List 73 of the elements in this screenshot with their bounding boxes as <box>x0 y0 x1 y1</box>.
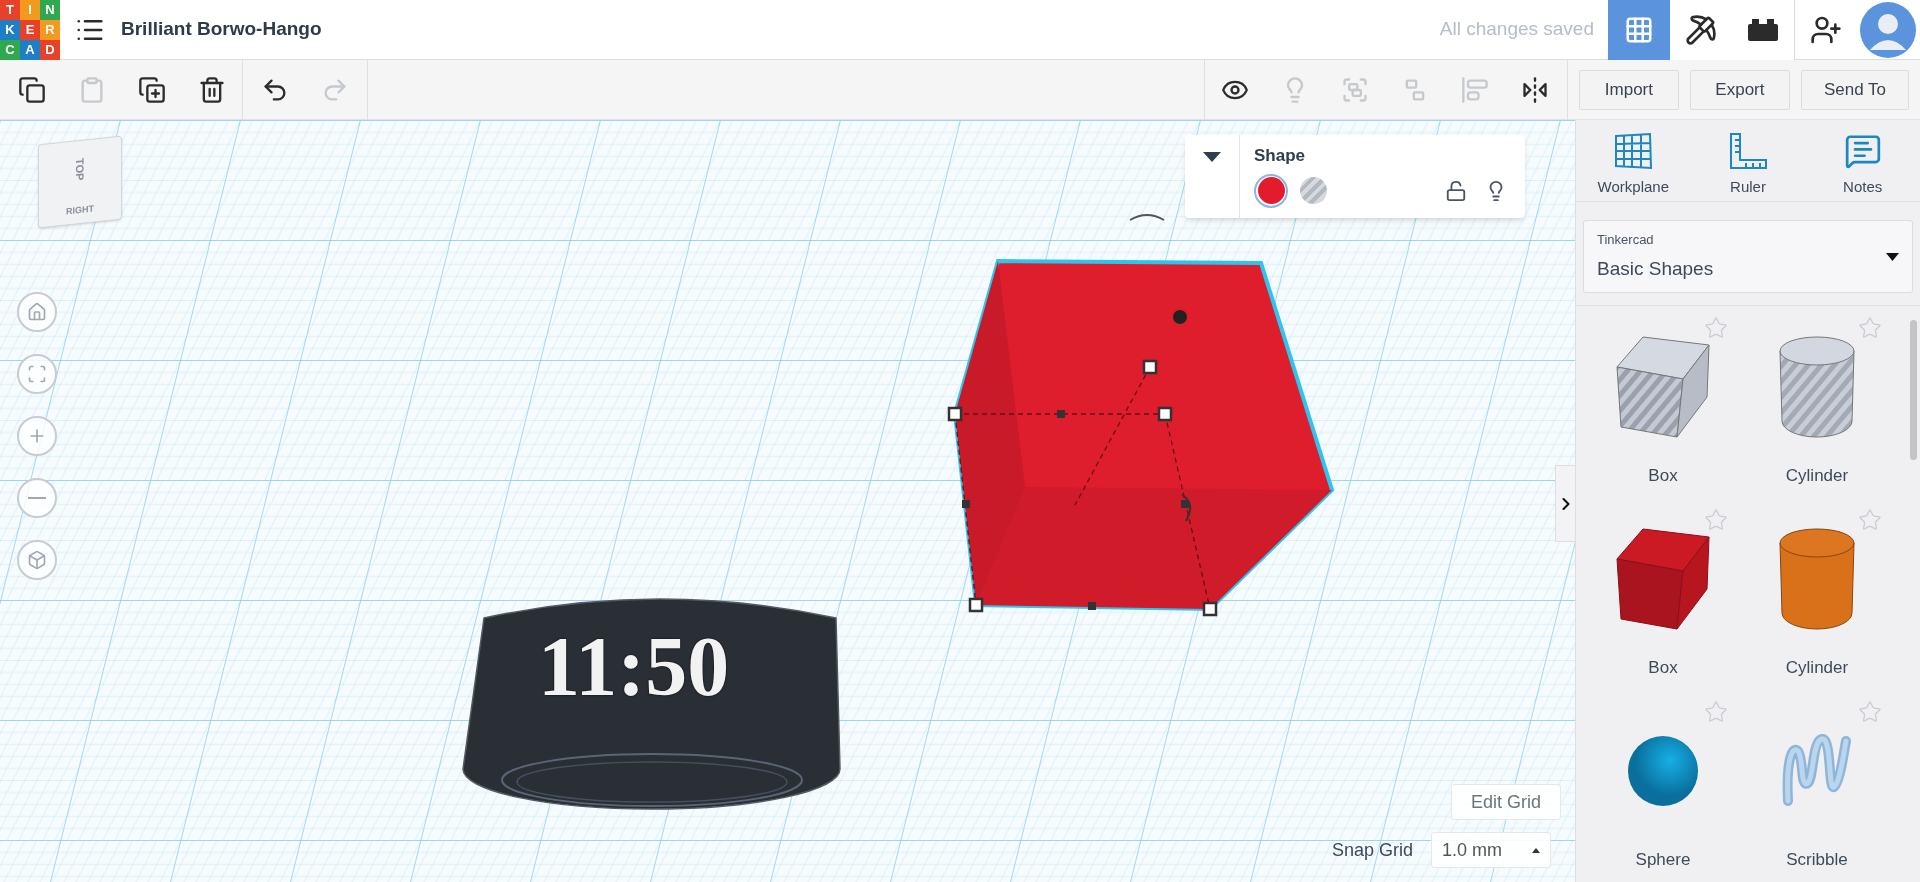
favorite-star-icon[interactable] <box>1858 700 1882 724</box>
shape-tile[interactable]: Box <box>1586 306 1740 498</box>
home-icon <box>27 302 47 322</box>
brick-icon <box>1748 18 1778 41</box>
logo-letter: I <box>20 0 40 20</box>
library-select[interactable]: Tinkercad Basic Shapes <box>1583 220 1913 293</box>
favorite-star-icon[interactable] <box>1704 508 1728 532</box>
design-title[interactable]: Brilliant Borwo-Hango <box>121 15 322 44</box>
mirror-icon <box>1520 75 1549 104</box>
notes-icon <box>1843 132 1882 171</box>
shape-tile[interactable]: Cylinder <box>1740 306 1894 498</box>
logo-letter: R <box>40 19 60 40</box>
scrollbar[interactable] <box>1910 320 1917 460</box>
panel-tool-button[interactable]: Notes <box>1812 132 1913 199</box>
logo-letter: K <box>0 19 20 40</box>
logo-letter: E <box>20 19 40 40</box>
favorite-star-icon[interactable] <box>1704 316 1728 340</box>
workplane-icon <box>1613 132 1654 171</box>
cube-icon <box>27 550 47 570</box>
caret-icon <box>1532 847 1541 853</box>
align-icon <box>1460 75 1489 104</box>
logo[interactable]: T I N K E R C A D <box>0 0 60 60</box>
sphere-icon <box>1627 734 1699 807</box>
shape-name: Box <box>1648 464 1678 487</box>
shape-name: Scribble <box>1786 848 1848 871</box>
panel-tool-button[interactable]: Ruler <box>1698 132 1798 199</box>
caret-icon <box>1203 152 1221 162</box>
favorite-star-icon[interactable] <box>1704 700 1728 724</box>
library-source: Tinkercad <box>1597 230 1655 249</box>
logo-letter: N <box>40 0 60 20</box>
edit-grid-button[interactable]: Edit Grid <box>1451 784 1561 820</box>
shape-tile[interactable]: Sphere <box>1586 690 1740 882</box>
shape-name: Cylinder <box>1785 464 1849 487</box>
fit-view-icon <box>27 364 47 384</box>
logo-letter: A <box>20 39 40 60</box>
panel-tool-button[interactable]: Workplane <box>1583 132 1684 199</box>
logo-letter: D <box>40 39 60 60</box>
cube-face-label: RIGHT <box>66 202 94 218</box>
toolbar-button[interactable]: Import <box>1578 69 1679 110</box>
cube-face-label: TOP <box>73 157 88 182</box>
group-icon <box>1340 75 1369 104</box>
logo-letter: C <box>0 39 20 60</box>
shape-name: Cylinder <box>1785 656 1849 679</box>
shape-tile[interactable]: Box <box>1586 498 1740 690</box>
unlock-icon[interactable] <box>1445 179 1467 202</box>
solid-color-button[interactable] <box>1254 173 1288 208</box>
pickaxe-icon <box>1685 13 1717 46</box>
hole-box-icon <box>1615 334 1711 439</box>
hole-cylinder-icon <box>1778 334 1856 439</box>
ruler-icon <box>1728 132 1768 171</box>
caret-icon <box>1886 252 1899 261</box>
snap-grid-label: Snap Grid <box>1332 838 1414 862</box>
shape-name: Box <box>1648 656 1678 679</box>
shape-tile[interactable]: Cylinder <box>1740 498 1894 690</box>
favorite-star-icon[interactable] <box>1858 508 1882 532</box>
trash-icon <box>198 75 226 104</box>
snap-grid-select[interactable]: 1.0 mm <box>1431 832 1552 868</box>
cylinder-icon <box>1778 526 1856 631</box>
shape-tile[interactable]: Scribble <box>1740 690 1894 882</box>
logo-letter: T <box>0 0 20 20</box>
copy-icon <box>18 75 46 104</box>
shape-name: Sphere <box>1635 848 1691 871</box>
library-name: Basic Shapes <box>1597 257 1714 282</box>
duplicate-icon <box>138 75 166 104</box>
favorite-star-icon[interactable] <box>1858 316 1882 340</box>
panel-title: Shape <box>1254 145 1307 167</box>
panel-toggle-button[interactable] <box>1555 465 1575 542</box>
model-text: 11:50 <box>538 625 730 709</box>
minus-icon <box>28 497 46 499</box>
toolbar-button[interactable]: Export <box>1689 69 1790 110</box>
toolbar-button[interactable]: Send To <box>1800 69 1909 110</box>
save-status: All changes saved <box>1439 17 1594 42</box>
box-icon <box>1615 526 1711 631</box>
